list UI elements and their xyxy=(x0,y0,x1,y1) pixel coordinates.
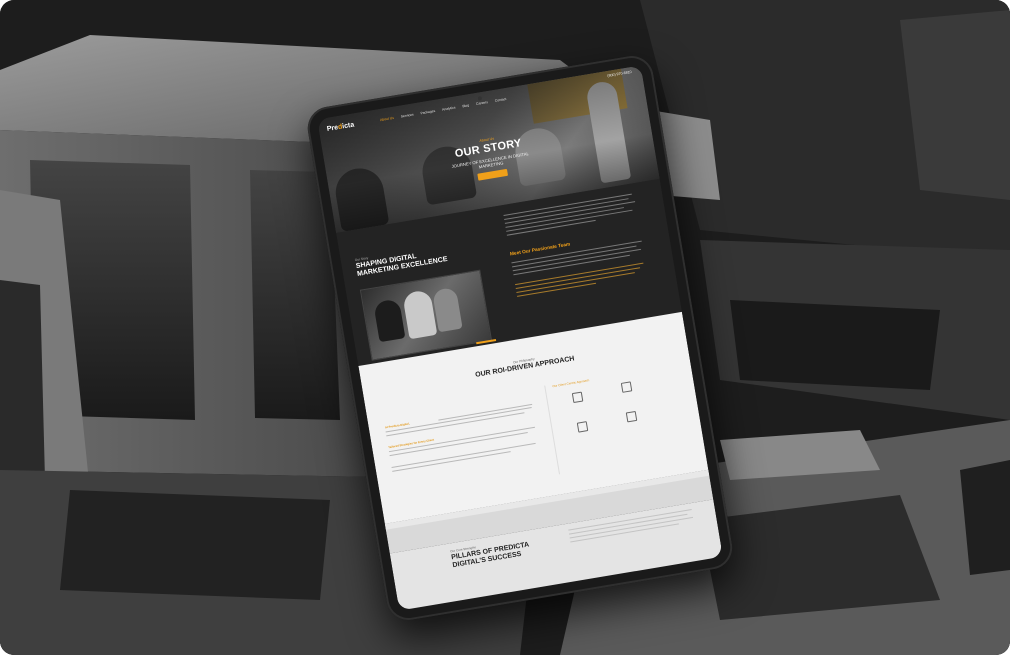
chart-icon xyxy=(620,381,632,393)
feature-item xyxy=(603,379,649,398)
team-icon xyxy=(576,421,588,433)
handshake-icon xyxy=(571,391,583,404)
photo-frame: Predicta About Us Services Packages Anal… xyxy=(0,0,1010,655)
feature-item xyxy=(554,389,600,408)
pillars-title: PILLARS OF PREDICTA DIGITAL'S SUCCESS xyxy=(451,541,531,570)
team-person xyxy=(402,289,438,340)
team-person xyxy=(373,298,406,343)
team-person xyxy=(432,286,463,333)
growth-icon xyxy=(625,410,637,423)
feature-item xyxy=(608,408,654,427)
features-title: Our Client Centric Approach xyxy=(552,378,590,389)
feature-item xyxy=(559,418,605,437)
